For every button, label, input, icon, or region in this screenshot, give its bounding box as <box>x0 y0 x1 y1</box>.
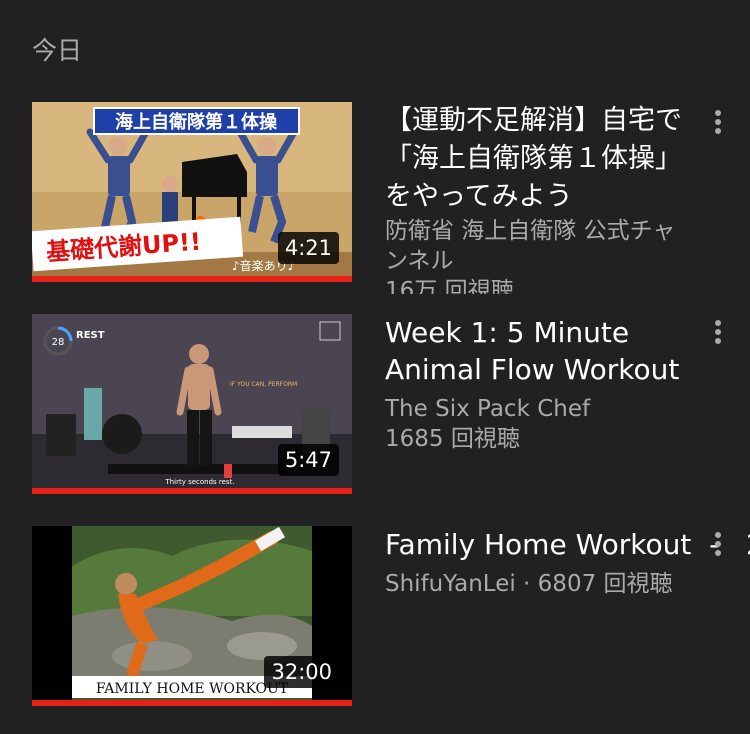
video-title[interactable]: 【運動不足解消】自宅で「海上自衛隊第１体操」をやってみよう <box>385 102 685 216</box>
thumbnail-banner-text: 海上自衛隊第１体操 <box>115 111 278 133</box>
watch-progress-bar <box>32 276 352 282</box>
video-duration: 4:21 <box>277 232 339 264</box>
thumbnail-timer-text: 28 <box>52 337 65 348</box>
watch-progress-bar <box>32 488 352 494</box>
thumbnail-hint-text: IF YOU CAN, PERFORM <box>230 381 297 388</box>
more-vert-icon[interactable] <box>705 532 731 568</box>
more-vert-icon[interactable] <box>705 110 731 146</box>
channel-name[interactable]: 防衛省 海上自衛隊 公式チャンネル <box>385 216 685 276</box>
thumbnail-subtitle-text: Thirty seconds rest. <box>164 478 234 486</box>
watch-progress-bar <box>32 700 352 706</box>
video-thumbnail[interactable]: FAMILY HOME WORKOUT 32:00 <box>32 526 352 706</box>
view-count: 1685 回視聴 <box>385 426 520 452</box>
channel-and-view-count[interactable]: ShifuYanLei · 6807 回視聴 <box>385 569 685 599</box>
video-duration: 5:47 <box>277 444 339 476</box>
video-duration: 32:00 <box>264 656 339 688</box>
video-item[interactable]: 28 REST IF YOU CAN, PERFORM Thirty secon… <box>0 314 750 504</box>
video-thumbnail[interactable]: 海上自衛隊第１体操 基礎代謝UP!! ♪音楽あり♪ 4:21 <box>32 102 352 282</box>
video-item[interactable]: 海上自衛隊第１体操 基礎代謝UP!! ♪音楽あり♪ 4:21 【運動不足解消】自… <box>0 102 750 294</box>
channel-name[interactable]: The Six Pack Chef <box>385 394 685 424</box>
view-count: 16万 回視聴 <box>385 278 514 294</box>
more-vert-icon[interactable] <box>705 320 731 356</box>
video-title[interactable]: Family Home Workout - 2 <box>385 526 750 563</box>
video-thumbnail[interactable]: 28 REST IF YOU CAN, PERFORM Thirty secon… <box>32 314 352 494</box>
video-title[interactable]: Week 1: 5 Minute Animal Flow Workout <box>385 314 685 388</box>
section-header-today: 今日 <box>32 36 83 65</box>
video-item[interactable]: FAMILY HOME WORKOUT 32:00 Family Home Wo… <box>0 526 750 716</box>
thumbnail-caption-text: FAMILY HOME WORKOUT <box>96 681 289 697</box>
thumbnail-status-text: REST <box>76 330 105 341</box>
